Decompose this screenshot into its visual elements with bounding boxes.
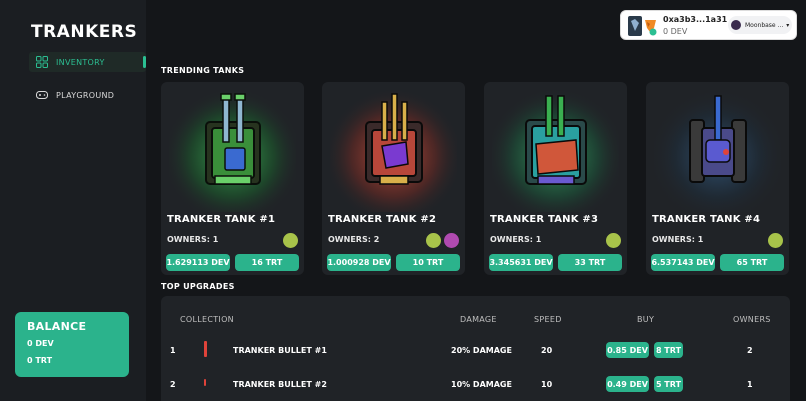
sidebar-item-inventory[interactable]: INVENTORY <box>29 52 146 72</box>
buy-dev-button[interactable]: 3.345631 DEV <box>489 254 553 271</box>
sidebar-item-label: PLAYGROUND <box>56 90 115 100</box>
tank-name: TRANKER TANK #2 <box>328 214 437 225</box>
column-header-buy: BUY <box>637 315 655 324</box>
row-damage: 20% DAMAGE <box>451 346 512 355</box>
buy-dev-button[interactable]: 1.000928 DEV <box>327 254 391 271</box>
buy-dev-button[interactable]: 0.85 DEV <box>606 342 649 358</box>
gamepad-icon <box>36 91 48 99</box>
owner-avatar[interactable] <box>606 233 621 248</box>
buy-trt-button[interactable]: 5 TRT <box>654 376 683 392</box>
tank-image <box>492 88 619 212</box>
tank-card[interactable]: TRANKER TANK #3 OWNERS: 1 3.345631 DEV 3… <box>484 82 627 275</box>
tank-card[interactable]: TRANKER TANK #4 OWNERS: 1 6.537143 DEV 6… <box>646 82 789 275</box>
owner-avatar[interactable] <box>426 233 441 248</box>
network-select[interactable]: Moonbase ... ▾ <box>728 16 792 34</box>
tank-name: TRANKER TANK #3 <box>490 214 599 225</box>
app-logo[interactable]: TRANKERS <box>31 22 137 42</box>
tank-name: TRANKER TANK #1 <box>167 214 276 225</box>
tank-card[interactable]: TRANKER TANK #1 OWNERS: 1 1.629113 DEV 1… <box>161 82 304 275</box>
column-header-damage: DAMAGE <box>460 315 497 324</box>
column-header-speed: SPEED <box>534 315 562 324</box>
buy-dev-button[interactable]: 1.629113 DEV <box>166 254 230 271</box>
buy-trt-button[interactable]: 33 TRT <box>558 254 622 271</box>
bullet-icon <box>204 379 206 386</box>
row-name: TRANKER BULLET #1 <box>233 346 327 355</box>
wallet-balance: 0 DEV <box>663 27 688 36</box>
tank-owners: OWNERS: 1 <box>167 235 219 244</box>
tank-owners: OWNERS: 1 <box>652 235 704 244</box>
row-damage: 10% DAMAGE <box>451 380 512 389</box>
tank-name: TRANKER TANK #4 <box>652 214 761 225</box>
grid-icon <box>36 56 48 68</box>
column-header-collection: COLLECTION <box>180 315 234 324</box>
upgrades-title: TOP UPGRADES <box>161 282 235 291</box>
tank-owners: OWNERS: 2 <box>328 235 380 244</box>
buy-trt-button[interactable]: 65 TRT <box>720 254 784 271</box>
buy-dev-button[interactable]: 0.49 DEV <box>606 376 649 392</box>
network-icon <box>731 20 741 30</box>
wallet-logo-icon <box>628 16 657 36</box>
tank-image <box>654 88 781 212</box>
chevron-down-icon: ▾ <box>786 21 790 29</box>
row-speed: 10 <box>541 380 553 389</box>
sidebar-item-label: INVENTORY <box>56 57 105 67</box>
row-rank: 1 <box>170 346 176 355</box>
row-owners: 2 <box>747 346 753 355</box>
column-header-owners: OWNERS <box>733 315 771 324</box>
tank-image <box>330 88 457 212</box>
wallet-widget[interactable]: 0xa3b3...1a31 0 DEV Moonbase ... ▾ <box>620 10 797 40</box>
buy-trt-button[interactable]: 16 TRT <box>235 254 299 271</box>
wallet-address: 0xa3b3...1a31 <box>663 15 728 24</box>
row-rank: 2 <box>170 380 176 389</box>
balance-title: BALANCE <box>27 320 87 333</box>
network-label: Moonbase ... <box>745 21 784 29</box>
tank-card[interactable]: TRANKER TANK #2 OWNERS: 2 1.000928 DEV 1… <box>322 82 465 275</box>
buy-trt-button[interactable]: 10 TRT <box>396 254 460 271</box>
row-owners: 1 <box>747 380 753 389</box>
buy-dev-button[interactable]: 6.537143 DEV <box>651 254 715 271</box>
tank-image <box>169 88 296 212</box>
owner-avatar[interactable] <box>283 233 298 248</box>
owner-avatar[interactable] <box>768 233 783 248</box>
sidebar: TRANKERS INVENTORY PLAYGROUND BALANCE 0 … <box>0 0 146 401</box>
balance-dev: 0 DEV <box>27 339 54 348</box>
trending-title: TRENDING TANKS <box>161 66 245 75</box>
balance-trt: 0 TRT <box>27 356 53 365</box>
buy-trt-button[interactable]: 8 TRT <box>654 342 683 358</box>
row-name: TRANKER BULLET #2 <box>233 380 327 389</box>
upgrades-table: COLLECTION DAMAGE SPEED BUY OWNERS 1 TRA… <box>161 296 790 401</box>
tank-owners: OWNERS: 1 <box>490 235 542 244</box>
bullet-icon <box>204 341 207 357</box>
owner-avatar[interactable] <box>444 233 459 248</box>
balance-panel: BALANCE 0 DEV 0 TRT <box>15 312 129 377</box>
sidebar-item-playground[interactable]: PLAYGROUND <box>29 85 146 105</box>
row-speed: 20 <box>541 346 553 355</box>
